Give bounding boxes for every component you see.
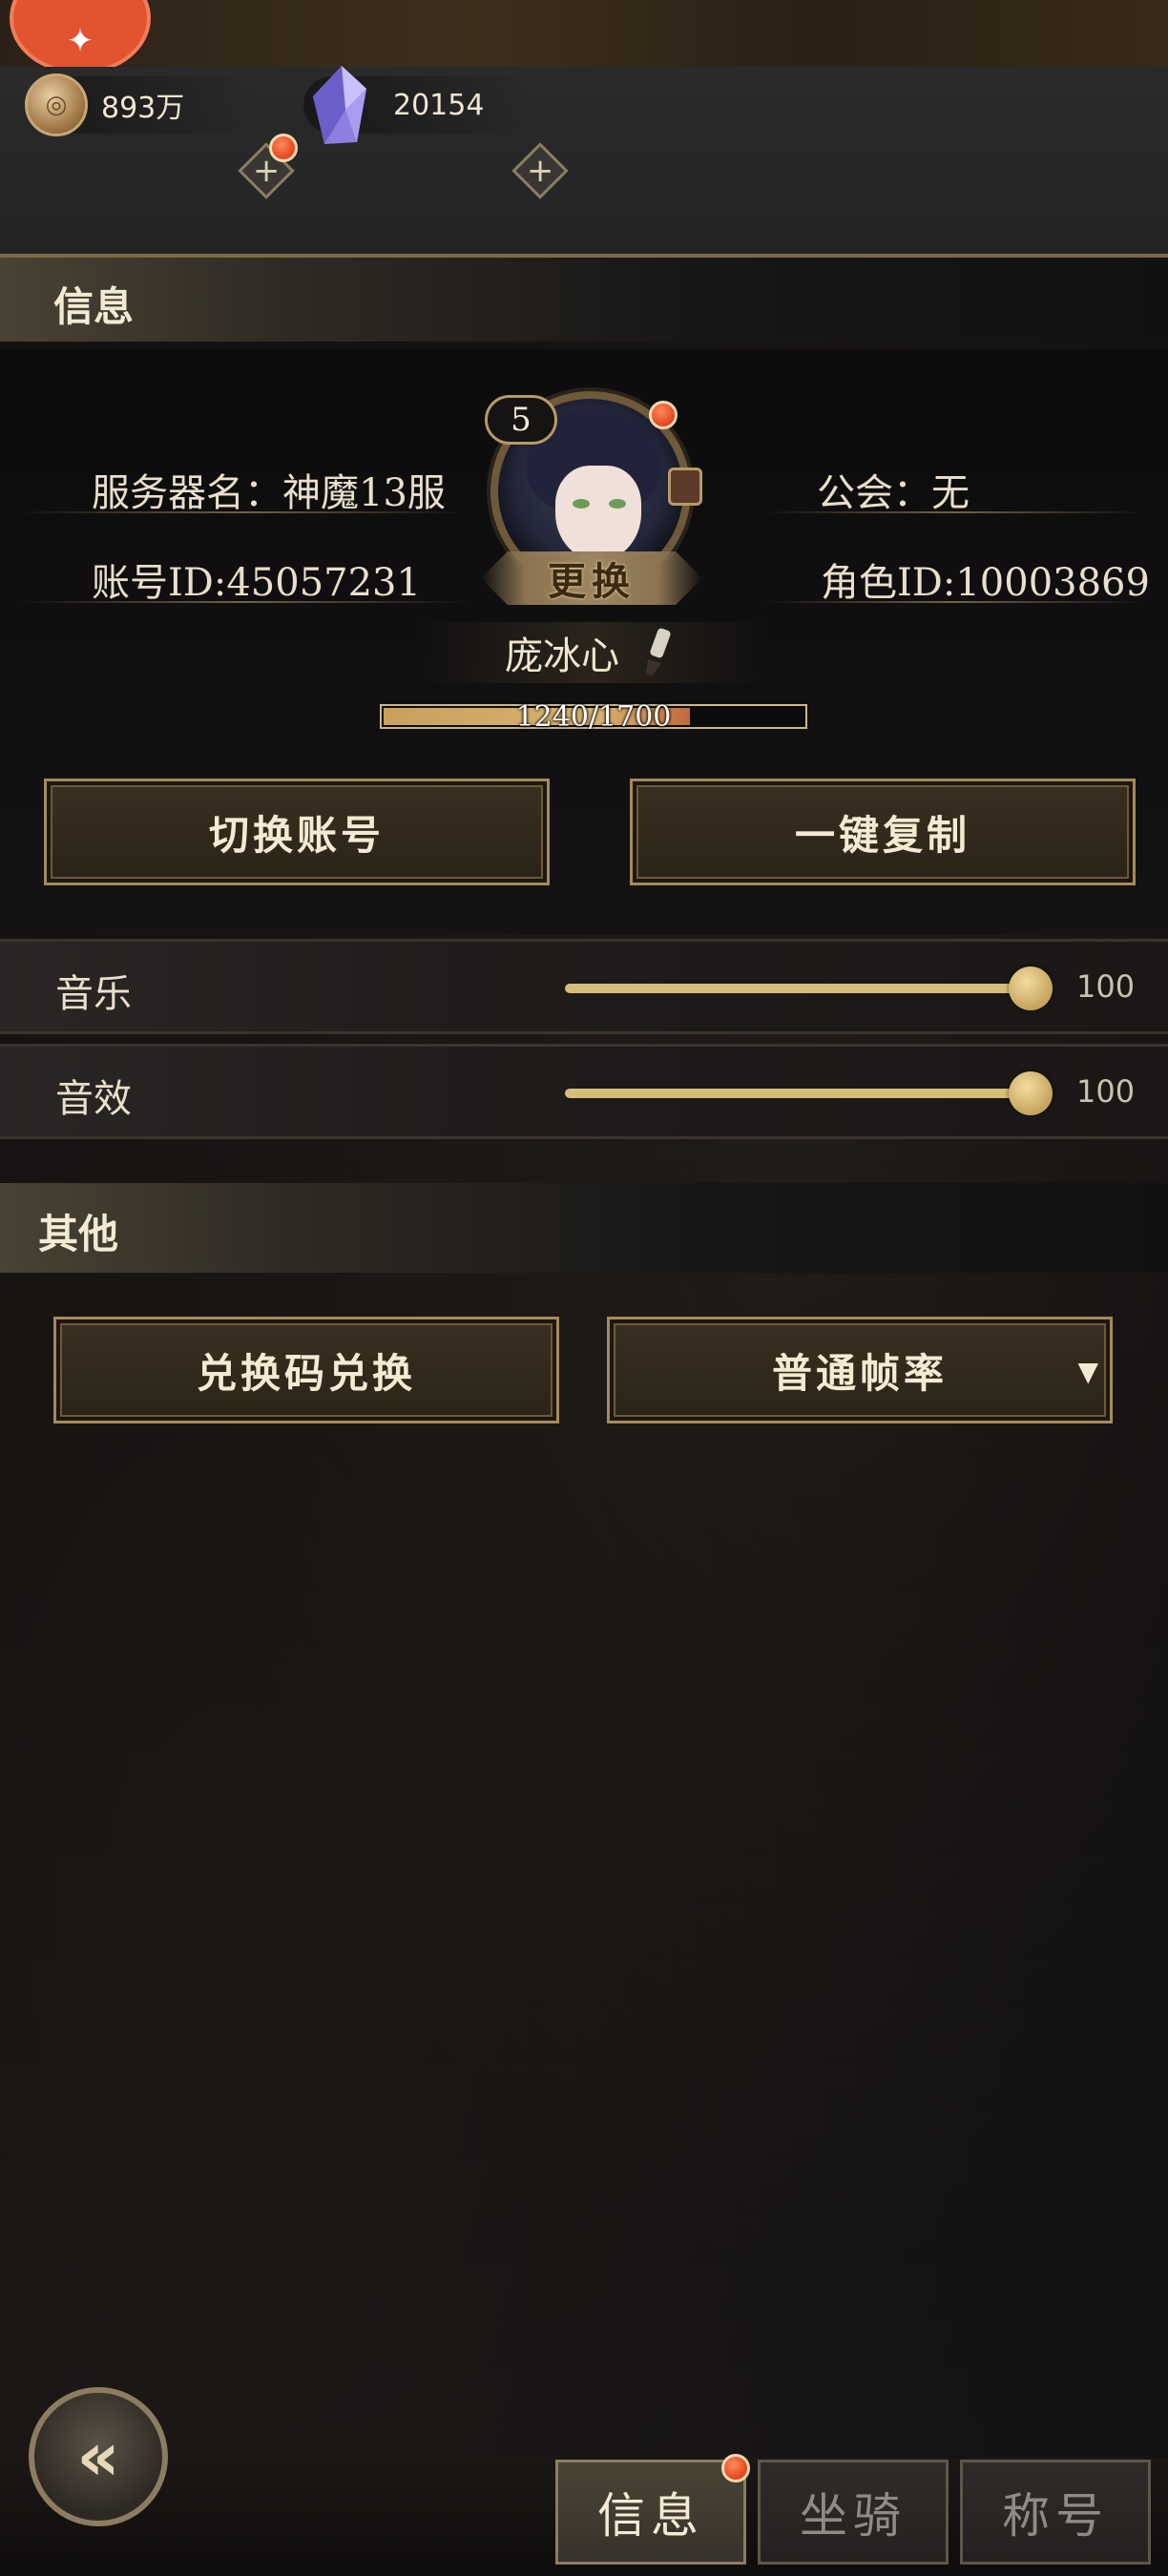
copy-info-button[interactable]: 一键复制 bbox=[630, 779, 1136, 885]
avatar-eye bbox=[573, 499, 590, 509]
chevron-down-icon: ▼ bbox=[1077, 1356, 1102, 1387]
coin-icon: ◎ bbox=[25, 73, 88, 136]
player-name-row: 庞冰心 bbox=[420, 622, 763, 683]
crystal-icon bbox=[313, 66, 366, 144]
plus-icon: + bbox=[526, 152, 554, 190]
tab-info[interactable]: 信息 bbox=[555, 2460, 746, 2565]
back-button[interactable]: « bbox=[29, 2387, 168, 2526]
music-slider-knob[interactable] bbox=[1009, 966, 1053, 1010]
sound-slider-track[interactable] bbox=[565, 1089, 1031, 1098]
gamepad-icon: ✦ bbox=[66, 22, 94, 60]
exp-bar: 1240/1700 bbox=[380, 700, 807, 734]
music-slider-track[interactable] bbox=[565, 984, 1031, 993]
divider bbox=[19, 601, 468, 603]
divider bbox=[763, 511, 1145, 513]
music-setting-row: 音乐 100 bbox=[0, 939, 1168, 1034]
music-value: 100 bbox=[1076, 968, 1136, 1005]
crystal-resource: 20154 bbox=[303, 66, 532, 144]
avatar-frame-ornament bbox=[668, 467, 702, 506]
frame-rate-selected: 普通帧率 bbox=[771, 1349, 948, 1397]
top-scene-strip bbox=[0, 0, 1168, 67]
avatar-eye bbox=[609, 499, 626, 509]
other-section-header: 其他 bbox=[0, 1183, 1168, 1273]
info-section-title: 信息 bbox=[53, 283, 135, 330]
info-section-header: 信息 bbox=[0, 254, 1168, 342]
coin-resource: ◎ 893万 bbox=[25, 73, 254, 136]
tab-title[interactable]: 称号 bbox=[960, 2460, 1151, 2565]
server-name: 服务器名：神魔13服 bbox=[92, 471, 446, 515]
account-id: 账号ID:45057231 bbox=[92, 561, 421, 605]
coin-amount: 893万 bbox=[101, 92, 185, 125]
avatar-face bbox=[555, 466, 641, 561]
guild-name: 公会：无 bbox=[817, 471, 970, 515]
sound-slider-knob[interactable] bbox=[1009, 1071, 1053, 1115]
sound-label: 音效 bbox=[55, 1077, 132, 1121]
other-section-title: 其他 bbox=[38, 1211, 119, 1257]
back-arrow-icon: « bbox=[76, 2418, 120, 2496]
divider bbox=[19, 511, 468, 513]
redeem-code-button[interactable]: 兑换码兑换 bbox=[53, 1317, 559, 1423]
frame-rate-dropdown[interactable]: 普通帧率 ▼ bbox=[607, 1317, 1113, 1423]
notification-dot bbox=[721, 2454, 750, 2483]
exp-text: 1240/1700 bbox=[515, 700, 672, 734]
notification-dot bbox=[649, 401, 678, 429]
change-avatar-label: 更换 bbox=[548, 559, 636, 604]
role-id: 角色ID:10003869 bbox=[821, 561, 1150, 605]
sound-value: 100 bbox=[1076, 1073, 1136, 1110]
tab-mount[interactable]: 坐骑 bbox=[758, 2460, 949, 2565]
change-avatar-button[interactable]: 更换 bbox=[481, 551, 702, 605]
divider bbox=[763, 601, 1145, 603]
notification-dot bbox=[269, 134, 298, 162]
player-name: 庞冰心 bbox=[505, 634, 619, 678]
sound-setting-row: 音效 100 bbox=[0, 1044, 1168, 1139]
brush-icon[interactable] bbox=[636, 627, 678, 678]
music-label: 音乐 bbox=[55, 972, 132, 1016]
crystal-amount: 20154 bbox=[393, 88, 485, 122]
switch-account-button[interactable]: 切换账号 bbox=[44, 779, 550, 885]
level-badge: 5 bbox=[485, 395, 557, 445]
